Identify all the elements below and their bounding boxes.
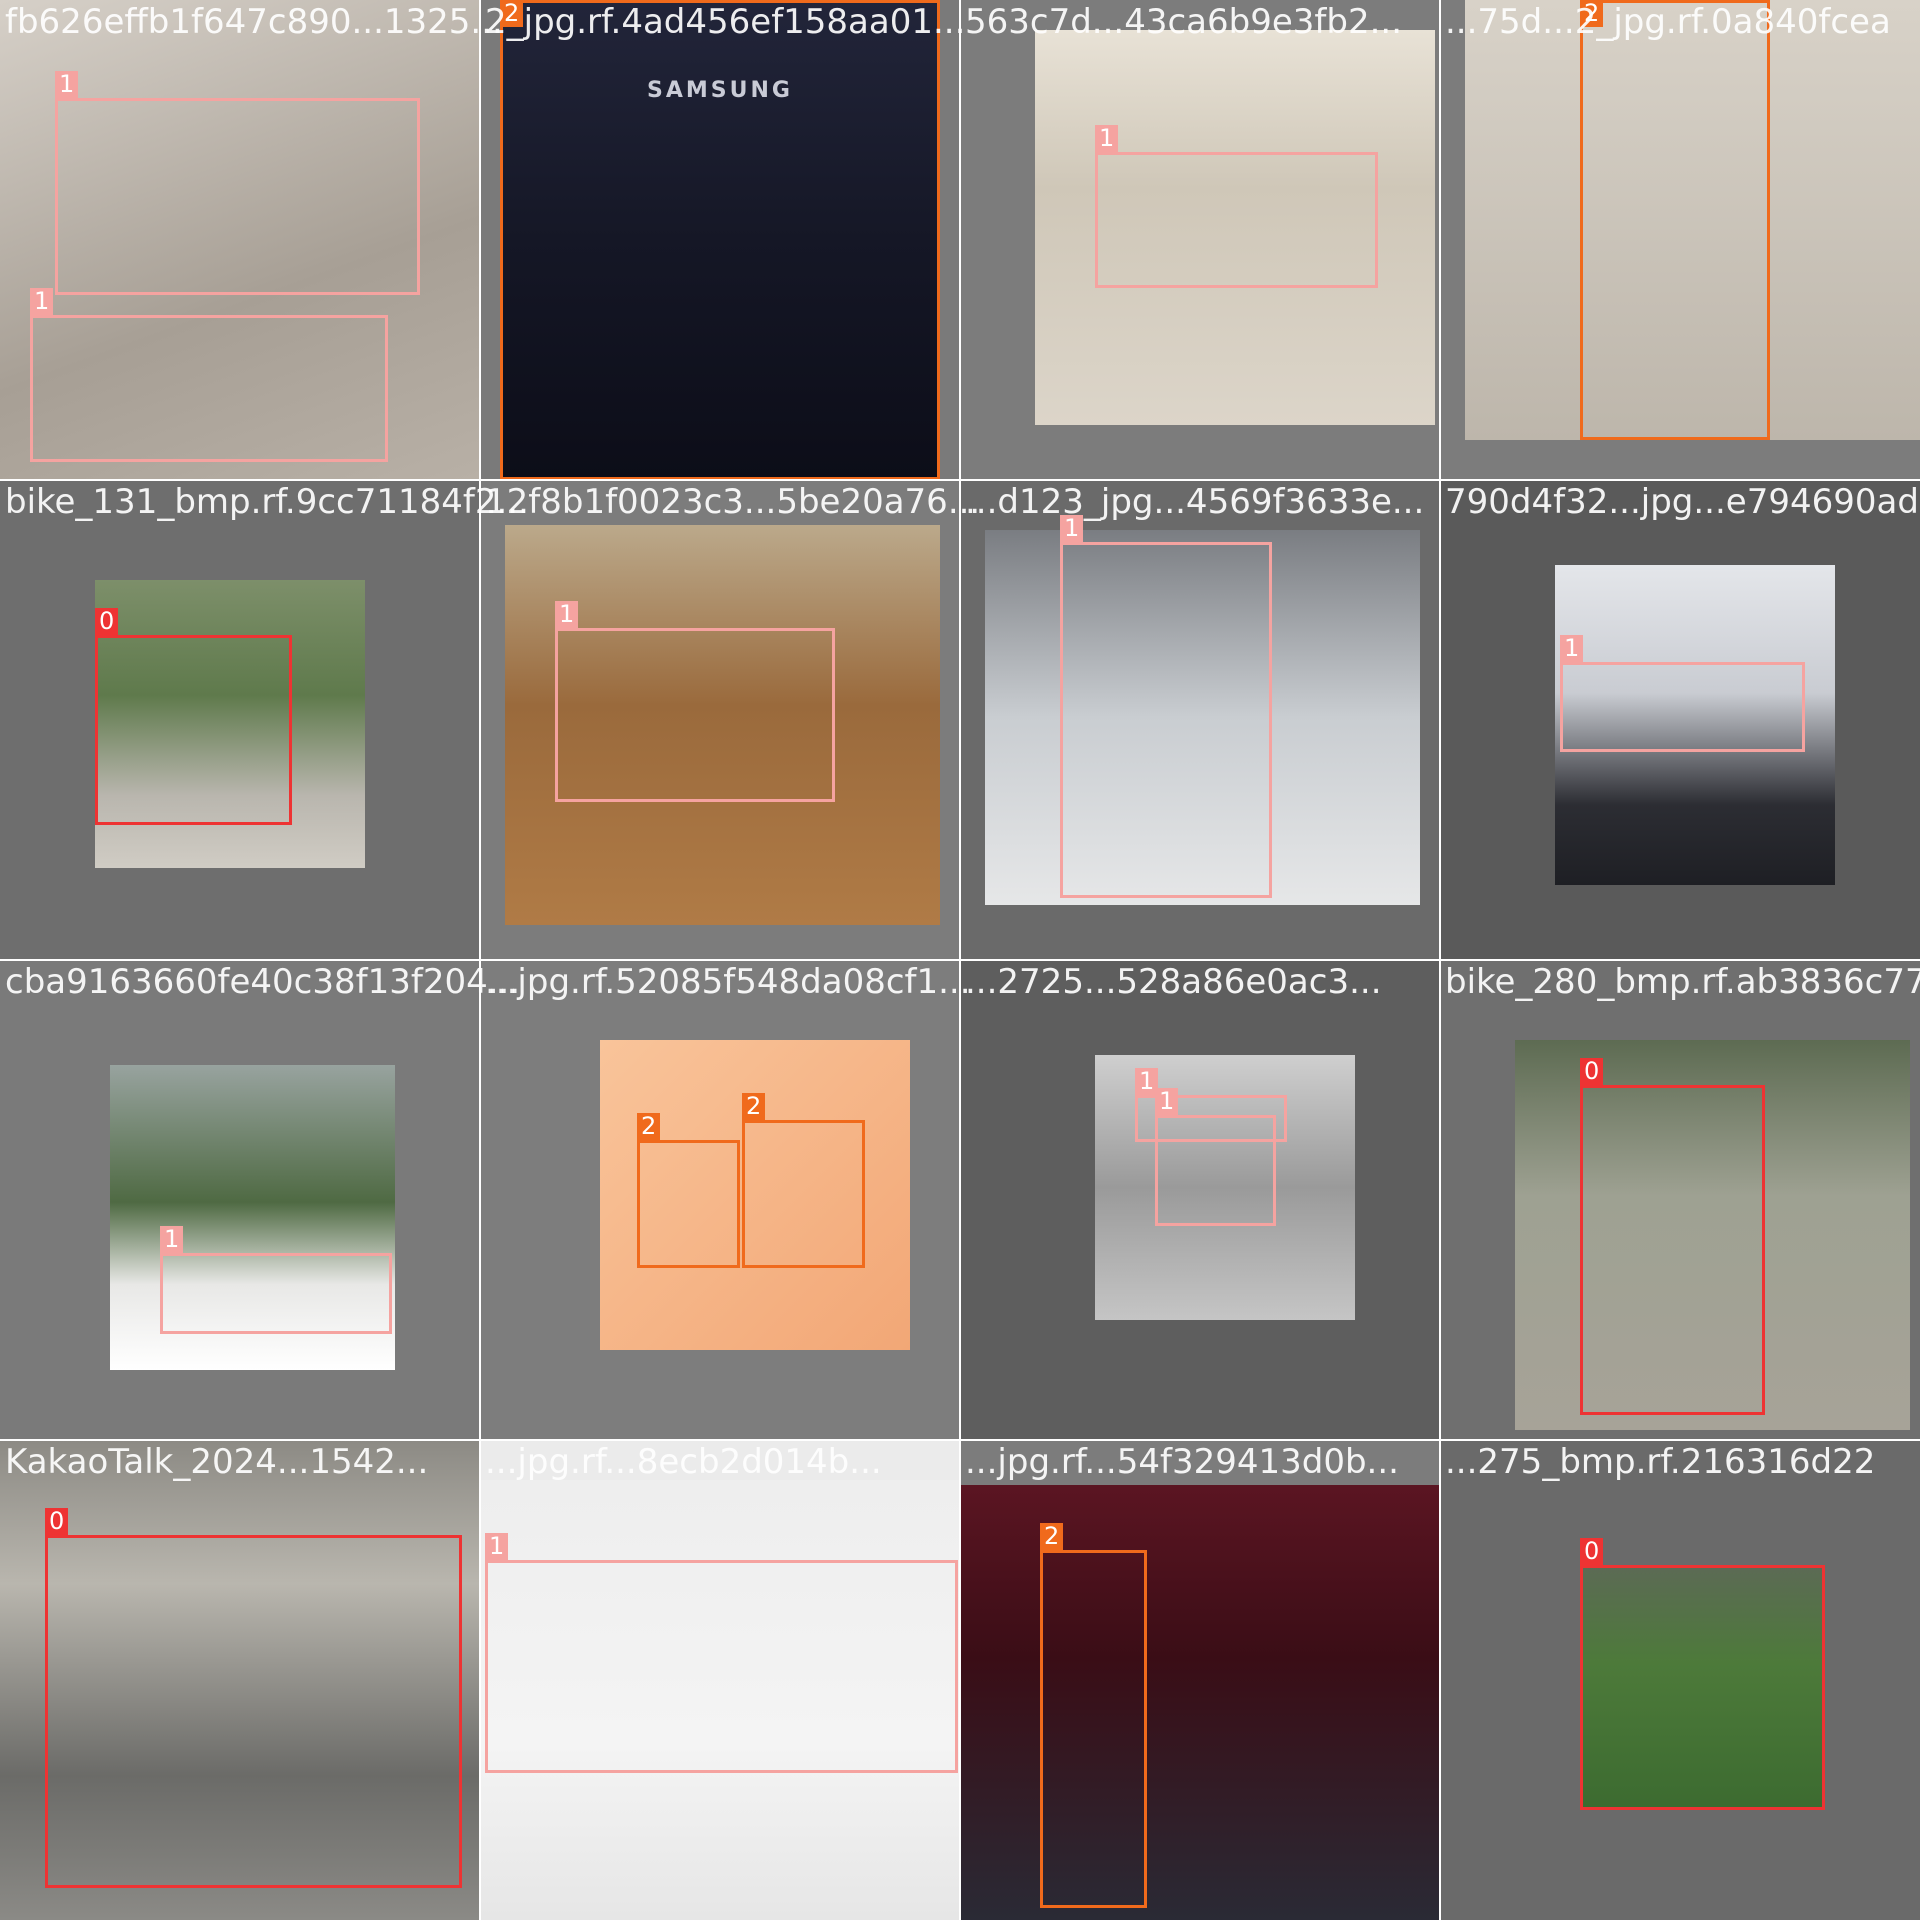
- bounding-box: 2: [637, 1113, 740, 1268]
- grid-divider: [0, 1439, 1920, 1441]
- bounding-box: 1: [1060, 515, 1272, 898]
- sample-tile: 11: [960, 960, 1440, 1440]
- class-label: 1: [160, 1226, 184, 1253]
- class-label: 1: [1095, 125, 1119, 152]
- image-filename: 12f8b1f0023c3...5be20a76...: [485, 482, 981, 522]
- bounding-box: 2: [500, 0, 940, 480]
- image-filename: bike_131_bmp.rf.9cc71184f2...: [5, 482, 529, 522]
- sample-tile: 0: [1440, 1440, 1920, 1920]
- mosaic-grid: 1 1 SAMSUNG 2 1 2 0 1 1 1 1 2 2 1 1 0 0 1 2 0 fb626effb1f647…: [0, 0, 1920, 1920]
- sample-photo: [960, 1485, 1440, 1920]
- class-label: 1: [1560, 635, 1584, 662]
- bounding-box: 1: [1095, 125, 1378, 288]
- image-filename: cba9163660fe40c38f13f204...: [5, 962, 521, 1002]
- image-filename: 563c7d...43ca6b9e3fb2...: [965, 2, 1403, 42]
- image-filename: fb626effb1f647c890...1325...: [5, 2, 503, 42]
- class-label: 1: [1155, 1088, 1179, 1115]
- bounding-box: 2: [1040, 1523, 1147, 1908]
- bounding-box: 1: [1155, 1088, 1276, 1226]
- sample-tile: 1: [0, 960, 480, 1440]
- sample-tile: 11: [0, 0, 480, 480]
- bounding-box: 2: [742, 1093, 865, 1268]
- class-label: 2: [1040, 1523, 1064, 1550]
- bounding-box: 2: [1580, 0, 1770, 440]
- bounding-box: 0: [1580, 1058, 1765, 1415]
- sample-tile: 0: [0, 480, 480, 960]
- class-label: 0: [1580, 1538, 1604, 1565]
- image-filename: ...275_bmp.rf.216316d22: [1445, 1442, 1876, 1482]
- bounding-box: 0: [95, 608, 292, 825]
- class-label: 1: [55, 71, 79, 98]
- bounding-box: 1: [485, 1533, 958, 1773]
- bounding-box: 1: [160, 1226, 392, 1334]
- bounding-box: 1: [1560, 635, 1805, 752]
- bounding-box: 1: [55, 71, 420, 295]
- class-label: 1: [485, 1533, 509, 1560]
- image-filename: ...jpg.rf...54f329413d0b...: [965, 1442, 1399, 1482]
- class-label: 1: [555, 601, 579, 628]
- image-filename: 2_jpg.rf.4ad456ef158aa01...: [485, 2, 966, 42]
- image-filename: ...75d...2_jpg.rf.0a840fcea: [1445, 2, 1891, 42]
- sample-tile: 1: [960, 480, 1440, 960]
- class-label: 1: [30, 288, 54, 315]
- image-filename: ...jpg.rf...8ecb2d014b...: [485, 1442, 882, 1482]
- bounding-box: 1: [30, 288, 388, 462]
- sample-tile: 22: [480, 960, 960, 1440]
- sample-tile: 0: [0, 1440, 480, 1920]
- class-label: 0: [45, 1508, 69, 1535]
- image-filename: ...jpg.rf.52085f548da08cf1...: [485, 962, 971, 1002]
- sample-tile: 2: [1440, 0, 1920, 480]
- sample-tile: 1: [960, 0, 1440, 480]
- sample-tile: 2: [960, 1440, 1440, 1920]
- class-label: 0: [1580, 1058, 1604, 1085]
- class-label: 2: [742, 1093, 766, 1120]
- sample-tile: SAMSUNG 2: [480, 0, 960, 480]
- class-label: 2: [637, 1113, 661, 1140]
- bounding-box: 1: [555, 601, 835, 802]
- bounding-box: 0: [1580, 1538, 1825, 1810]
- grid-divider: [1439, 0, 1441, 1920]
- image-filename: ...2725...528a86e0ac3...: [965, 962, 1382, 1002]
- image-filename: bike_280_bmp.rf.ab3836c77: [1445, 962, 1920, 1002]
- sample-tile: 0: [1440, 960, 1920, 1440]
- sample-tile: 1: [1440, 480, 1920, 960]
- class-label: 0: [95, 608, 119, 635]
- image-filename: ...d123_jpg...4569f3633e...: [965, 482, 1425, 522]
- sample-tile: 1: [480, 480, 960, 960]
- bounding-box: 0: [45, 1508, 462, 1888]
- image-filename: 790d4f32...jpg...e794690ad: [1445, 482, 1919, 522]
- grid-divider: [0, 959, 1920, 961]
- sample-tile: 1: [480, 1440, 960, 1920]
- image-filename: KakaoTalk_2024...1542...: [5, 1442, 429, 1482]
